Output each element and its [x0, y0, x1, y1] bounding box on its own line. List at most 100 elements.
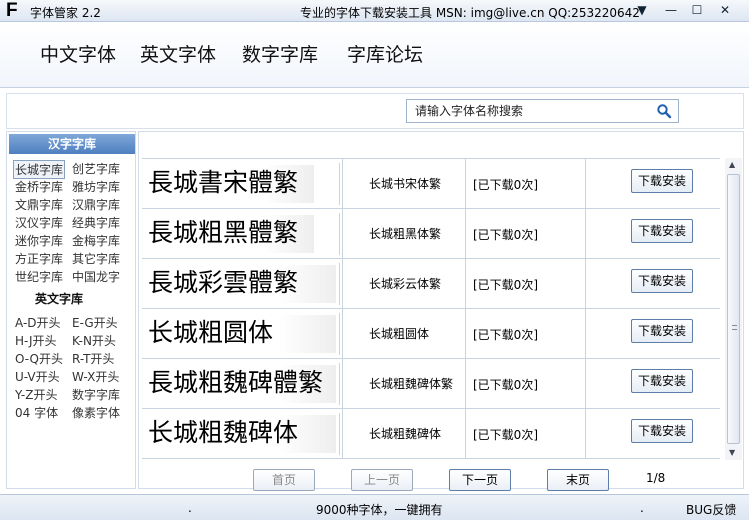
sidebar-link[interactable]: 中国龙字 [72, 268, 120, 285]
nav-chinese-fonts[interactable]: 中文字体 [40, 40, 116, 67]
download-install-button[interactable]: 下载安装 [631, 219, 693, 243]
download-count: [已下载0次] [473, 228, 538, 242]
column-divider [465, 409, 466, 459]
font-preview-text: 长城粗圆体 [148, 318, 274, 347]
font-name: 长城书宋体繁 [369, 177, 442, 191]
scroll-down-icon[interactable]: ▼ [729, 448, 735, 457]
font-preview: 长城粗圆体 [144, 313, 340, 355]
sidebar-link[interactable]: 数字字库 [72, 386, 120, 403]
font-preview: 長城粗黑體繁 [144, 213, 340, 255]
download-count: [已下载0次] [473, 278, 538, 292]
column-divider [342, 209, 343, 259]
column-divider [465, 259, 466, 309]
search-box [406, 99, 679, 123]
download-count: [已下载0次] [473, 428, 538, 442]
column-divider [342, 159, 343, 209]
sidebar-link[interactable]: O-Q开头 [15, 350, 63, 367]
sidebar-link[interactable]: H-J开头 [15, 332, 57, 349]
sidebar-link[interactable]: E-G开头 [72, 314, 118, 331]
vertical-scrollbar[interactable]: ▲ ▼ [725, 158, 742, 460]
minimize-button[interactable]: — [660, 2, 682, 18]
sidebar-link[interactable]: W-X开头 [72, 368, 119, 385]
table-row: 长城粗魏碑体 长城粗魏碑体 [已下载0次] 下载安装 [142, 409, 720, 459]
nav-number-fonts[interactable]: 数字字库 [242, 40, 318, 67]
font-name: 长城粗圆体 [369, 327, 430, 341]
column-divider [342, 409, 343, 459]
sidebar-link[interactable]: 世纪字库 [15, 268, 63, 285]
download-install-button[interactable]: 下载安装 [631, 319, 693, 343]
scroll-grip-icon [732, 325, 737, 330]
column-divider [585, 159, 586, 209]
column-divider [585, 309, 586, 359]
scroll-up-icon[interactable]: ▲ [729, 160, 735, 169]
last-page-button[interactable]: 末页 [547, 469, 609, 491]
search-input[interactable] [415, 103, 645, 119]
status-dot: . [640, 501, 644, 515]
font-name: 长城粗魏碑体繁 [369, 377, 454, 391]
sidebar-link[interactable]: R-T开头 [72, 350, 114, 367]
font-name: 长城粗魏碑体 [369, 427, 442, 441]
close-button[interactable]: ✕ [714, 2, 736, 18]
column-divider [465, 209, 466, 259]
sidebar-link[interactable]: 文鼎字库 [15, 196, 63, 213]
scroll-thumb[interactable] [727, 174, 740, 444]
table-row: 長城彩雲體繁 长城彩云体繁 [已下载0次] 下载安装 [142, 259, 720, 309]
sidebar-link[interactable]: U-V开头 [15, 368, 60, 385]
sidebar-link[interactable]: 金桥字库 [15, 178, 63, 195]
sidebar-heading-english: 英文字库 [35, 292, 84, 306]
sidebar-link[interactable]: 方正字库 [15, 250, 63, 267]
table-row: 長城書宋體繁 长城书宋体繁 [已下载0次] 下载安装 [142, 159, 720, 209]
status-slogan: 9000种字体，一键拥有 [316, 503, 443, 517]
status-dot: . [188, 501, 192, 515]
font-preview: 長城粗魏碑體繁 [144, 363, 340, 405]
menu-dropdown-icon[interactable]: ▼ [631, 2, 653, 18]
bug-feedback-link[interactable]: BUG反馈 [686, 501, 736, 518]
search-icon[interactable] [656, 103, 672, 119]
column-divider [585, 259, 586, 309]
sidebar-link[interactable]: 汉鼎字库 [72, 196, 120, 213]
sidebar-link[interactable]: 迷你字库 [15, 232, 63, 249]
top-nav: 中文字体 英文字体 数字字库 字库论坛 [0, 22, 749, 88]
sidebar-link[interactable]: 其它字库 [72, 250, 120, 267]
font-name: 长城彩云体繁 [369, 277, 442, 291]
font-preview-text: 长城粗魏碑体 [148, 418, 299, 447]
download-count: [已下载0次] [473, 178, 538, 192]
first-page-button[interactable]: 首页 [253, 469, 315, 491]
sidebar-link[interactable]: 雅坊字库 [72, 178, 120, 195]
sidebar-link[interactable]: 金梅字库 [72, 232, 120, 249]
sidebar-link[interactable]: Y-Z开头 [15, 386, 57, 403]
title-info: 专业的字体下载安装工具 MSN: img@live.cn QQ:25322064… [300, 6, 640, 20]
page-indicator: 1/8 [646, 471, 666, 485]
nav-english-fonts[interactable]: 英文字体 [140, 40, 216, 67]
next-page-button[interactable]: 下一页 [449, 469, 511, 491]
sidebar-link[interactable]: K-N开头 [72, 332, 116, 349]
column-divider [585, 359, 586, 409]
sidebar-link[interactable]: 经典字库 [72, 214, 120, 231]
sidebar-link[interactable]: 长城字库 [13, 160, 66, 179]
font-name: 长城粗黑体繁 [369, 227, 442, 241]
sidebar-link[interactable]: 像素字体 [72, 404, 120, 421]
sidebar-link[interactable]: 04 字体 [15, 404, 58, 421]
sidebar-link[interactable]: 汉仪字库 [15, 214, 63, 231]
list-top-strip [139, 132, 743, 158]
download-install-button[interactable]: 下载安装 [631, 369, 693, 393]
status-bar: . 9000种字体，一键拥有 . BUG反馈 [0, 494, 749, 520]
download-install-button[interactable]: 下载安装 [631, 419, 693, 443]
maximize-button[interactable]: ☐ [686, 2, 708, 18]
column-divider [465, 159, 466, 209]
font-preview-text: 長城書宋體繁 [148, 168, 299, 197]
prev-page-button[interactable]: 上一页 [351, 469, 413, 491]
table-row: 长城粗圆体 长城粗圆体 [已下载0次] 下载安装 [142, 309, 720, 359]
download-install-button[interactable]: 下载安装 [631, 269, 693, 293]
window-title: 字体管家 2.2 [30, 6, 101, 20]
column-divider [342, 309, 343, 359]
font-preview-text: 長城粗魏碑體繁 [148, 368, 324, 397]
sidebar-link[interactable]: A-D开头 [15, 314, 61, 331]
download-install-button[interactable]: 下载安装 [631, 169, 693, 193]
download-count: [已下载0次] [473, 378, 538, 392]
font-preview-text: 長城粗黑體繁 [148, 218, 299, 247]
download-count: [已下载0次] [473, 328, 538, 342]
nav-forum[interactable]: 字库论坛 [347, 40, 423, 67]
column-divider [465, 309, 466, 359]
sidebar-link[interactable]: 创艺字库 [72, 160, 120, 177]
